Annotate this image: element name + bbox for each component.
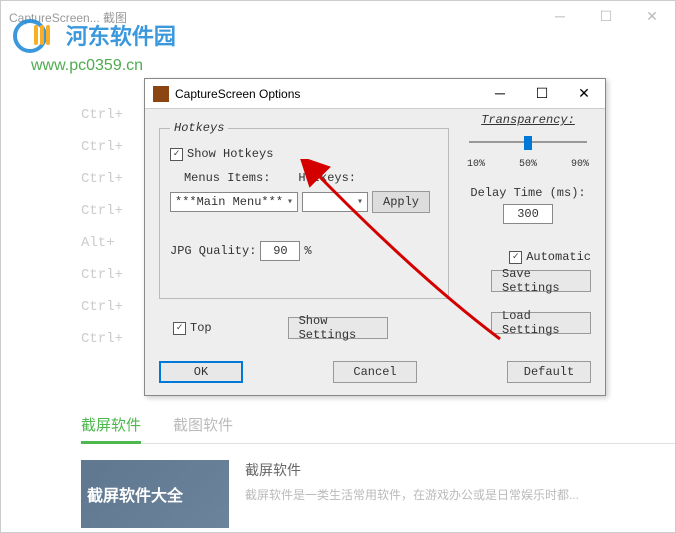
show-hotkeys-label: Show Hotkeys [187, 147, 273, 161]
percent-label: % [304, 244, 311, 258]
dialog-title-bar[interactable]: CaptureScreen Options ─ ☐ ✕ [145, 79, 605, 109]
hotkeys-label: Hotkeys: [298, 171, 356, 185]
close-icon[interactable]: ✕ [629, 1, 675, 31]
cancel-button[interactable]: Cancel [333, 361, 417, 383]
app-icon [153, 86, 169, 102]
dialog-buttons: OK Cancel Default [159, 361, 591, 383]
apply-button[interactable]: Apply [372, 191, 430, 213]
related-title[interactable]: 截屏软件 [245, 460, 675, 480]
transparency-ticks: 10% 50% 90% [465, 159, 591, 170]
maximize-icon[interactable]: ☐ [583, 1, 629, 31]
related-thumbnail[interactable]: 截屏软件大全 [81, 460, 229, 528]
site-logo: 河东软件园 [13, 19, 193, 59]
hotkeys-select[interactable]: ▾ [302, 192, 368, 212]
chevron-down-icon: ▾ [287, 196, 293, 208]
dialog-minimize-icon[interactable]: ─ [479, 79, 521, 107]
hotkeys-legend: Hotkeys [170, 121, 228, 135]
tab-screenshot[interactable]: 截屏软件 [81, 414, 141, 444]
default-button[interactable]: Default [507, 361, 591, 383]
related-section: 截屏软件大全 截屏软件 截屏软件是一类生活常用软件，在游戏办公或是日常娱乐时都.… [81, 460, 675, 532]
load-settings-button[interactable]: Load Settings [491, 312, 591, 334]
site-name: 河东软件园 [66, 19, 176, 51]
transparency-label: Transparency: [465, 113, 591, 127]
site-url: www.pc0359.cn [31, 57, 143, 75]
automatic-checkbox[interactable]: ✓ [509, 251, 522, 264]
jpg-quality-input[interactable]: 90 [260, 241, 300, 261]
minimize-icon[interactable]: ─ [537, 1, 583, 31]
show-settings-button[interactable]: Show Settings [288, 317, 388, 339]
related-tabs: 截屏软件 截图软件 [81, 414, 233, 444]
automatic-label: Automatic [526, 250, 591, 264]
background-shortcuts: Ctrl+ Ctrl+ Ctrl+ Ctrl+ Alt+ Ctrl+ Ctrl+… [81, 99, 123, 355]
delay-label: Delay Time (ms): [465, 186, 591, 200]
main-window: CaptureScreen... 截图 ─ ☐ ✕ 河东软件园 www.pc03… [0, 0, 676, 533]
dialog-title-text: CaptureScreen Options [175, 87, 300, 101]
jpg-quality-label: JPG Quality: [170, 244, 256, 258]
menus-items-select[interactable]: ***Main Menu***▾ [170, 192, 298, 212]
chevron-down-icon: ▾ [357, 196, 363, 208]
ok-button[interactable]: OK [159, 361, 243, 383]
outer-window-controls: ─ ☐ ✕ [537, 1, 675, 31]
top-row: ✓ Top Show Settings [173, 317, 388, 339]
top-label: Top [190, 321, 212, 335]
top-checkbox[interactable]: ✓ [173, 322, 186, 335]
right-panel: Transparency: 10% 50% 90% Delay Time (ms… [465, 113, 591, 334]
menus-items-label: Menus Items: [184, 171, 270, 185]
show-hotkeys-checkbox[interactable]: ✓ [170, 148, 183, 161]
save-settings-button[interactable]: Save Settings [491, 270, 591, 292]
options-dialog: CaptureScreen Options ─ ☐ ✕ Hotkeys ✓ Sh… [144, 78, 606, 396]
hotkeys-group: Hotkeys ✓ Show Hotkeys Menus Items: Hotk… [159, 121, 449, 299]
related-desc: 截屏软件是一类生活常用软件，在游戏办公或是日常娱乐时都... [245, 486, 675, 503]
tab-capture[interactable]: 截图软件 [173, 414, 233, 444]
dialog-maximize-icon[interactable]: ☐ [521, 79, 563, 107]
delay-input[interactable]: 300 [503, 204, 553, 224]
dialog-close-icon[interactable]: ✕ [563, 79, 605, 107]
transparency-slider[interactable] [465, 131, 591, 155]
